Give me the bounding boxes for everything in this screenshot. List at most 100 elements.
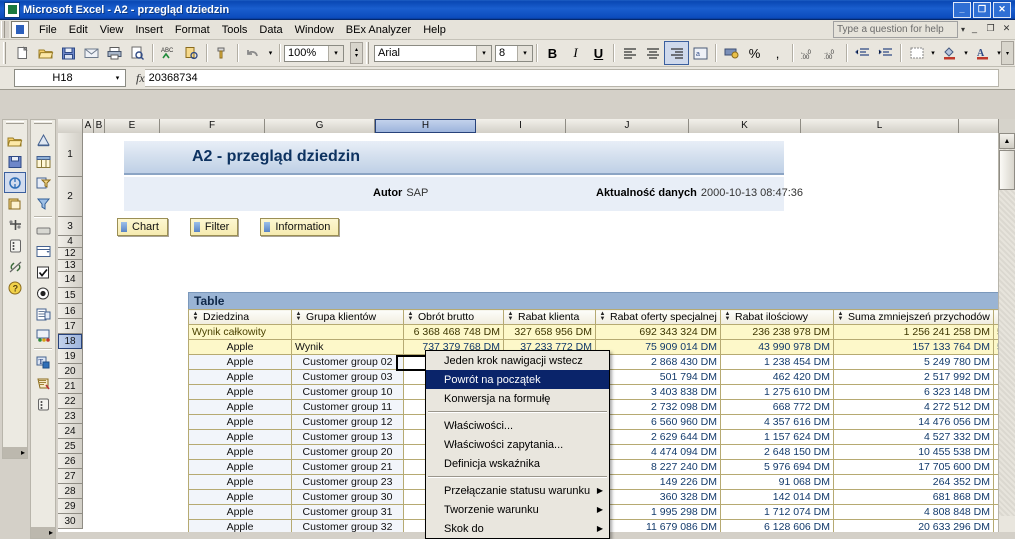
cell-dziedzina[interactable]: Apple — [188, 339, 292, 355]
underline-button[interactable]: U — [587, 42, 610, 64]
cell-grupa[interactable]: Customer group 13 — [291, 429, 404, 445]
filter-tools-icon[interactable] — [4, 214, 26, 235]
corner-cell[interactable] — [58, 119, 83, 133]
context-menu-item-toggle-condition-status[interactable]: Przełączanie statusu warunku ▶ — [426, 481, 609, 500]
sort-icon[interactable]: ▲▼ — [295, 311, 302, 323]
research-icon[interactable] — [180, 42, 203, 64]
button-control-icon[interactable] — [32, 220, 54, 241]
cell-rabat-oferty[interactable]: 6 560 960 DM — [595, 414, 721, 430]
align-right-icon[interactable] — [664, 41, 689, 65]
cell-rabat-ilosciowy[interactable]: 43 990 978 DM — [720, 339, 834, 355]
cell-grupa[interactable]: Customer group 11 — [291, 399, 404, 415]
cell-dziedzina[interactable]: Apple — [188, 489, 292, 505]
filter-button[interactable]: Filter — [189, 218, 239, 236]
save-workbook-icon[interactable] — [4, 151, 26, 172]
radio-control-icon[interactable] — [32, 283, 54, 304]
cell-rabat-oferty[interactable]: 360 328 DM — [595, 489, 721, 505]
cell-dziedzina[interactable]: Apple — [188, 414, 292, 430]
row-header-21[interactable]: 21 — [58, 379, 82, 394]
cell-suma[interactable]: 681 868 DM — [833, 489, 994, 505]
cell-dziedzina[interactable]: Apple — [188, 369, 292, 385]
cell-rabat-ilosciowy[interactable]: 5 976 694 DM — [720, 459, 834, 475]
row-header-15[interactable]: 15 — [58, 288, 82, 304]
properties-icon[interactable] — [32, 394, 54, 415]
cell-suma[interactable]: 20 633 296 DM — [833, 519, 994, 532]
column-dziedzina[interactable]: ▲ ▼ Dziedzina — [188, 309, 292, 325]
print-preview-icon[interactable] — [126, 42, 149, 64]
minimize-button[interactable]: _ — [953, 1, 971, 18]
open-icon[interactable] — [34, 42, 57, 64]
menu-help[interactable]: Help — [417, 22, 452, 38]
font-combo[interactable]: Arial ▾ — [374, 44, 492, 62]
cell-rabat-oferty[interactable]: 8 227 240 DM — [595, 459, 721, 475]
chart-wizard-icon[interactable] — [32, 130, 54, 151]
context-menu-item-nav-back[interactable]: Jeden krok nawigacji wstecz — [426, 351, 609, 370]
fill-color-dropdown-icon[interactable]: ▾ — [961, 42, 971, 64]
borders-icon[interactable] — [905, 42, 928, 64]
cell-rabat-ilosciowy[interactable]: 1 275 610 DM — [720, 384, 834, 400]
menu-tools[interactable]: Tools — [216, 22, 254, 38]
script-icon[interactable] — [32, 373, 54, 394]
cell-rabat-oferty[interactable]: 1 995 298 DM — [595, 504, 721, 520]
row-header-23[interactable]: 23 — [58, 409, 82, 424]
sort-icon[interactable]: ▲▼ — [599, 311, 606, 323]
restore-button[interactable]: ❐ — [973, 1, 991, 18]
cell-grupa[interactable]: Customer group 21 — [291, 459, 404, 475]
doc-restore-button[interactable]: ❐ — [984, 23, 997, 36]
undo-icon[interactable] — [242, 42, 265, 64]
column-header-extra[interactable] — [959, 119, 999, 133]
column-header-I[interactable]: I — [476, 119, 566, 133]
sort-icon[interactable]: ▲▼ — [407, 311, 414, 323]
table-icon[interactable] — [32, 151, 54, 172]
cell-suma[interactable]: 17 705 600 DM — [833, 459, 994, 475]
cell-grupa[interactable]: Wynik — [291, 339, 404, 355]
chevron-down-icon[interactable]: ▾ — [961, 25, 965, 34]
cell-suma[interactable]: 10 455 538 DM — [833, 444, 994, 460]
column-rabat-ilosciowy[interactable]: ▲ ▼ Rabat ilościowy — [720, 309, 834, 325]
cell-dziedzina[interactable]: Apple — [188, 429, 292, 445]
help-icon[interactable]: ? — [4, 277, 26, 298]
cell-grupa[interactable]: Customer group 02 — [291, 354, 404, 370]
cell-rabat-ilosciowy[interactable]: 1 157 624 DM — [720, 429, 834, 445]
column-header-J[interactable]: J — [566, 119, 689, 133]
chevron-down-icon[interactable]: ▾ — [328, 45, 343, 61]
cell-rabat-oferty[interactable]: 2 629 644 DM — [595, 429, 721, 445]
context-menu-item-query-properties[interactable]: Właściwości zapytania... — [426, 435, 609, 454]
spelling-icon[interactable]: ABC — [157, 42, 180, 64]
list-control-icon[interactable] — [32, 304, 54, 325]
row-header-29[interactable]: 29 — [58, 499, 82, 514]
toolbar-expand-button[interactable]: ▸ — [31, 527, 55, 538]
refresh-query-icon[interactable] — [4, 172, 26, 193]
chevron-down-icon[interactable]: ▾ — [476, 45, 491, 61]
row-header-25[interactable]: 25 — [58, 439, 82, 454]
row-header-22[interactable]: 22 — [58, 394, 82, 409]
scroll-up-button[interactable]: ▲ — [999, 133, 1015, 149]
column-rabat-klienta[interactable]: ▲ ▼ Rabat klienta — [503, 309, 596, 325]
cell-rabat-oferty[interactable]: 11 679 086 DM — [595, 519, 721, 532]
menu-bex-analyzer[interactable]: BEx Analyzer — [340, 22, 417, 38]
column-header-H[interactable]: H — [375, 119, 476, 133]
row-header-28[interactable]: 28 — [58, 484, 82, 499]
context-menu-item-goto[interactable]: Skok do ▶ — [426, 519, 609, 538]
cell-rabat-oferty[interactable]: 75 909 014 DM — [595, 339, 721, 355]
ask-a-question-input[interactable]: Type a question for help — [832, 21, 958, 38]
cell-dziedzina[interactable]: Apple — [188, 504, 292, 520]
column-grupa-klientow[interactable]: ▲ ▼ Grupa klientów — [291, 309, 404, 325]
cell-rabat-ilosciowy[interactable]: 462 420 DM — [720, 369, 834, 385]
decrease-indent-icon[interactable] — [851, 42, 874, 64]
toolbar-overflow-standard[interactable]: ▴ ▾ — [350, 42, 363, 64]
undo-dropdown-icon[interactable]: ▾ — [265, 42, 276, 64]
column-rabat-oferty-specjalnej[interactable]: ▲ ▼ Rabat oferty specjalnej — [595, 309, 721, 325]
fill-color-icon[interactable] — [938, 42, 961, 64]
open-workbook-icon[interactable] — [4, 130, 26, 151]
combo-control-icon[interactable] — [32, 241, 54, 262]
cell-dziedzina[interactable]: Wynik całkowity — [188, 324, 292, 340]
menu-insert[interactable]: Insert — [129, 22, 169, 38]
name-box[interactable]: H18 ▾ — [14, 69, 126, 87]
cell-rabat-ilosciowy[interactable]: 142 014 DM — [720, 489, 834, 505]
row-header-12[interactable]: 12 — [58, 248, 82, 260]
format-painter-icon[interactable] — [211, 42, 234, 64]
menu-data[interactable]: Data — [253, 22, 288, 38]
detach-icon[interactable] — [4, 256, 26, 277]
sort-icon[interactable]: ▲▼ — [837, 311, 844, 323]
